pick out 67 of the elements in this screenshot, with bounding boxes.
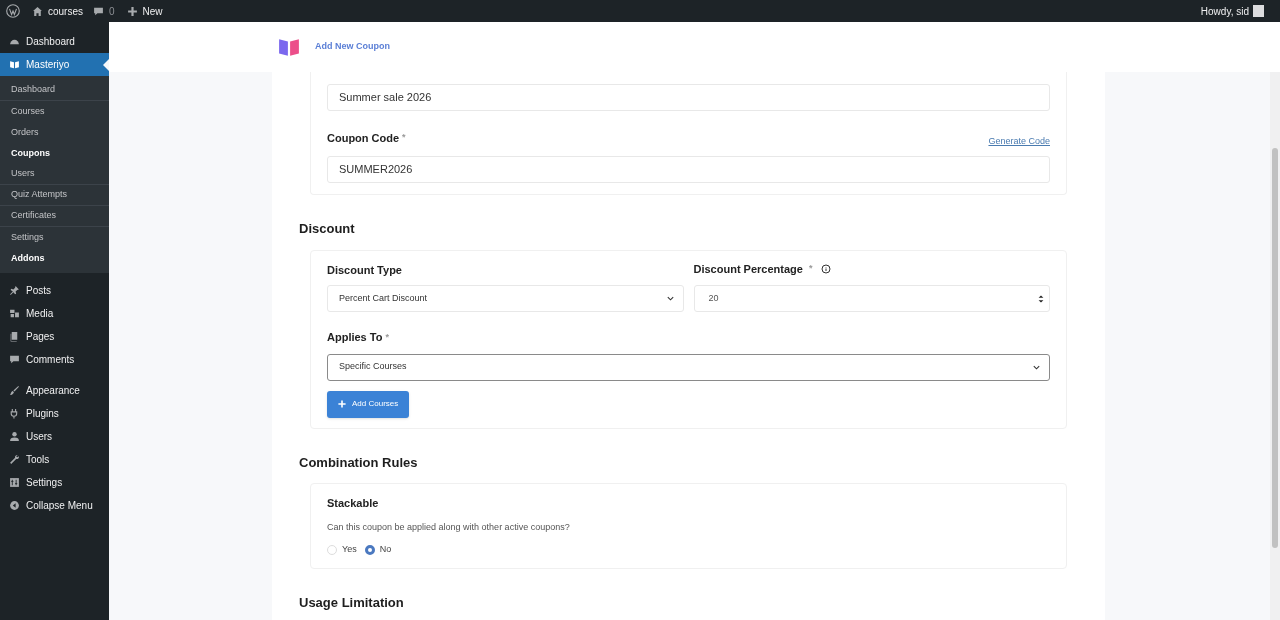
- field-label: Discount Type: [327, 263, 403, 276]
- menu-item[interactable]: Comments: [0, 348, 109, 371]
- discount-type-select[interactable]: Percent Cart Discount: [327, 285, 684, 312]
- media-icon: [9, 308, 20, 319]
- menu-item[interactable]: Appearance: [0, 379, 109, 402]
- chevron-down-icon: [665, 294, 675, 303]
- section-heading: Discount: [299, 219, 356, 238]
- menu-item[interactable]: Settings: [0, 471, 109, 494]
- book-icon: [9, 59, 20, 70]
- applies-to-select[interactable]: Specific Courses: [327, 353, 1050, 381]
- sliders-icon: [9, 477, 20, 488]
- input-field[interactable]: Summer sale 2026: [327, 84, 1050, 111]
- radio-option[interactable]: Yes: [327, 543, 357, 557]
- book-logo-icon: [277, 36, 301, 58]
- menu-item[interactable]: Posts: [0, 279, 109, 302]
- info-icon: [821, 264, 832, 274]
- user-icon: [9, 431, 20, 442]
- menu-item[interactable]: Plugins: [0, 402, 109, 425]
- menu-item[interactable]: Media: [0, 302, 109, 325]
- submenu-item[interactable]: Users: [0, 164, 109, 185]
- menu-item[interactable]: Dashboard: [0, 30, 109, 53]
- submenu-item[interactable]: Quiz Attempts: [0, 185, 109, 206]
- menu-item[interactable]: Collapse Menu: [0, 494, 109, 517]
- section-heading: Usage Limitation: [299, 593, 405, 612]
- menu-item[interactable]: Pages: [0, 325, 109, 348]
- pages-icon: [9, 331, 20, 342]
- pushpin-icon: [9, 285, 20, 296]
- comment-icon: [93, 5, 104, 17]
- add-courses-button[interactable]: Add Courses: [327, 390, 410, 418]
- paintbrush-icon: [9, 385, 20, 396]
- submenu-item[interactable]: Coupons: [0, 143, 109, 164]
- section-heading: Combination Rules: [299, 453, 419, 472]
- submenu-item[interactable]: Courses: [0, 101, 109, 122]
- generate-code-link[interactable]: Generate Code: [988, 135, 1050, 149]
- menu-item[interactable]: Users: [0, 425, 109, 448]
- field-label: Coupon Code *: [327, 130, 406, 146]
- plus-icon: [338, 400, 346, 408]
- menu-item[interactable]: Tools: [0, 448, 109, 471]
- required-mark: *: [402, 131, 406, 144]
- plus-icon: [126, 5, 138, 17]
- submenu-item[interactable]: Certificates: [0, 206, 109, 227]
- submenu-item[interactable]: Dashboard: [0, 80, 109, 101]
- wordpress-logo-icon[interactable]: [6, 4, 20, 18]
- plug-icon: [9, 408, 20, 419]
- submenu-item[interactable]: Orders: [0, 122, 109, 143]
- required-mark: *: [808, 262, 813, 276]
- input-field[interactable]: SUMMER2026: [327, 155, 1050, 183]
- comment-count: 0: [109, 4, 115, 19]
- help-text: Can this coupon be applied along with other active coupons?: [327, 520, 571, 534]
- comment-icon: [9, 354, 20, 365]
- submenu-item[interactable]: Settings: [0, 227, 109, 248]
- field-label: Discount Percentage *: [693, 262, 1050, 276]
- greeting-text[interactable]: Howdy, sid: [1200, 3, 1249, 19]
- menu-item[interactable]: Masteriyo: [0, 53, 109, 76]
- page-title-link[interactable]: Add New Coupon: [315, 40, 390, 54]
- collapse-icon: [9, 500, 20, 511]
- site-name-link[interactable]: courses: [48, 3, 83, 19]
- avatar-placeholder[interactable]: [1253, 5, 1264, 17]
- submenu-item[interactable]: Addons: [0, 248, 109, 269]
- required-mark: *: [385, 330, 389, 344]
- home-icon: [32, 5, 43, 17]
- wrench-icon: [9, 454, 20, 465]
- radio-option[interactable]: No: [364, 543, 392, 557]
- new-link[interactable]: New: [142, 3, 163, 19]
- field-label: Applies To *: [327, 329, 390, 346]
- number-input-field[interactable]: 20: [693, 285, 1050, 312]
- field-label: Stackable: [327, 496, 380, 511]
